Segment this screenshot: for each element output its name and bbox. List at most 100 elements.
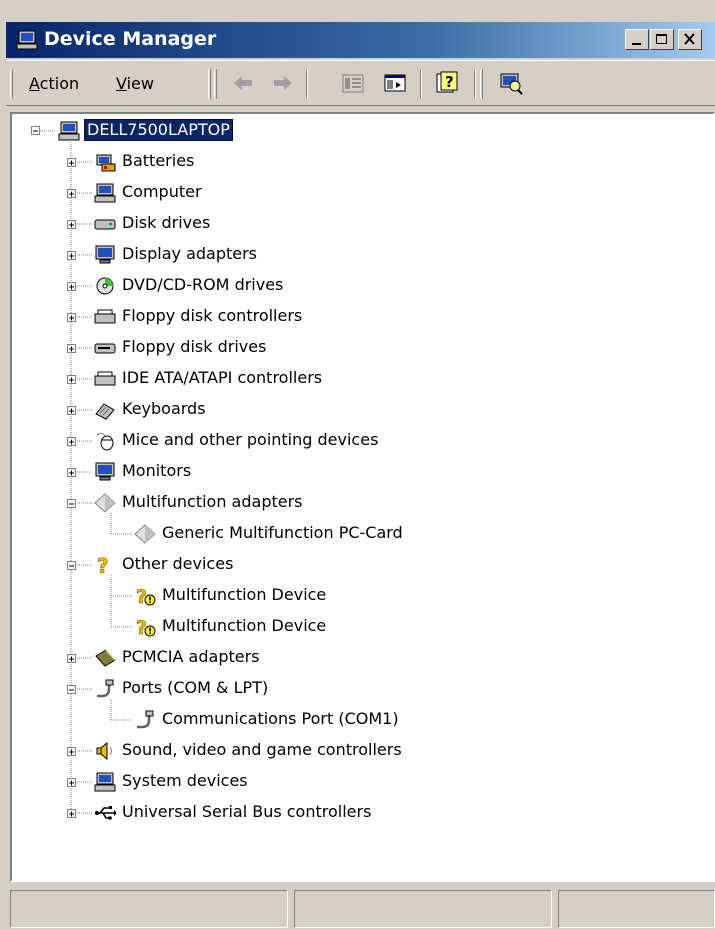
close-icon [684,33,695,45]
plus-icon [69,408,74,414]
tree-item-label: Multifunction Device [162,585,327,604]
keyboard-icon [95,403,115,420]
expand-toggle[interactable] [67,437,76,446]
expand-toggle[interactable] [67,406,76,415]
expand-toggle[interactable] [67,313,76,322]
expand-toggle[interactable] [67,189,76,198]
toolbar-grip[interactable] [208,69,211,99]
toolbar-separator [420,69,422,99]
minimize-icon [632,43,641,45]
computer-icon [94,183,116,203]
collapse-toggle[interactable] [67,685,76,694]
plus-icon [69,656,74,662]
usb-icon [95,806,116,820]
toolbar: Action View ? [6,60,715,106]
collapse-toggle[interactable] [31,126,40,135]
plus-icon [69,811,74,817]
computer-icon [94,772,116,792]
toolbar-separator [474,69,476,99]
tree-connector-lines [36,130,132,814]
svg-text:?: ? [136,617,147,637]
menu-view-accel: V [116,74,127,93]
mouse-icon [96,432,114,451]
toolbar-separator [306,69,308,99]
plus-icon [69,749,74,755]
plus-icon [69,191,74,197]
toolbar-grip[interactable] [10,69,13,99]
menu-view-label: iew [126,74,154,93]
help-icon[interactable]: ? [434,71,460,95]
pcmcia-icon [95,649,116,667]
expand-toggle[interactable] [67,778,76,787]
ide-controller-icon [94,371,116,386]
status-pane [10,890,288,928]
maximize-button[interactable] [650,29,674,50]
minus-icon [69,689,74,691]
forward-arrow-icon[interactable] [270,71,296,95]
tree-item-label: Disk drives [122,213,211,232]
plus-icon [69,377,74,383]
plus-icon [69,439,74,445]
expand-toggle[interactable] [67,747,76,756]
window-title: Device Manager [44,28,217,50]
expand-toggle[interactable] [67,375,76,384]
tree-item-label: Communications Port (COM1) [162,709,399,728]
tree-item-label: Universal Serial Bus controllers [122,802,372,821]
back-arrow-icon[interactable] [230,71,256,95]
expand-toggle[interactable] [67,809,76,818]
plus-icon [69,160,74,166]
menu-view[interactable]: View [116,74,154,93]
expand-toggle[interactable] [67,468,76,477]
close-button[interactable] [678,29,702,50]
tree-item-label: IDE ATA/ATAPI controllers [122,368,323,387]
expand-toggle[interactable] [67,282,76,291]
monitor-icon [95,462,115,481]
multifunction-icon [134,524,156,544]
tree-item-label: System devices [122,771,248,790]
speaker-icon [96,741,112,761]
menu-action-label: ction [39,74,80,93]
collapse-toggle[interactable] [67,499,76,508]
menu-action-accel: A [29,74,40,93]
plus-icon [69,222,74,228]
disk-drive-icon [94,219,116,230]
plus-icon [69,780,74,786]
minus-icon [33,130,38,132]
show-hide-tree-icon[interactable] [382,71,408,95]
floppy-drive-icon [94,343,116,354]
tree-item-label: DVD/CD-ROM drives [122,275,284,294]
tree-item-label: Other devices [122,554,234,573]
svg-text:?: ? [97,555,109,575]
minus-icon [69,503,74,505]
expand-toggle[interactable] [67,220,76,229]
tree-item-label: Multifunction Device [162,616,327,635]
toolbar-grip [480,69,483,99]
floppy-controller-icon [94,309,116,324]
status-bar [6,886,715,929]
maximize-icon [656,34,667,44]
scan-hardware-icon[interactable] [498,71,524,95]
plus-icon [69,315,74,321]
minimize-button[interactable] [625,29,649,50]
tree-item-label: Floppy disk drives [122,337,267,356]
expand-toggle[interactable] [67,654,76,663]
collapse-toggle[interactable] [67,561,76,570]
port-icon [137,710,154,729]
title-bar[interactable]: Device Manager [6,22,715,58]
battery-icon [96,154,116,172]
display-adapter-icon [95,245,115,264]
tree-item-label: Sound, video and game controllers [122,740,402,759]
expand-toggle[interactable] [67,344,76,353]
tree-item-label: Floppy disk controllers [122,306,303,325]
properties-icon[interactable] [340,71,366,95]
cd-rom-icon [96,277,114,295]
plus-icon [69,346,74,352]
plus-icon [69,470,74,476]
expand-toggle[interactable] [67,158,76,167]
device-tree[interactable]: DELL7500LAPTOP Batteries Computer Disk dri… [10,112,715,882]
menu-action[interactable]: Action [29,74,79,93]
plus-icon [69,284,74,290]
expand-toggle[interactable] [67,251,76,260]
toolbar-grip [214,69,217,99]
tree-item-label: Multifunction adapters [122,492,303,511]
